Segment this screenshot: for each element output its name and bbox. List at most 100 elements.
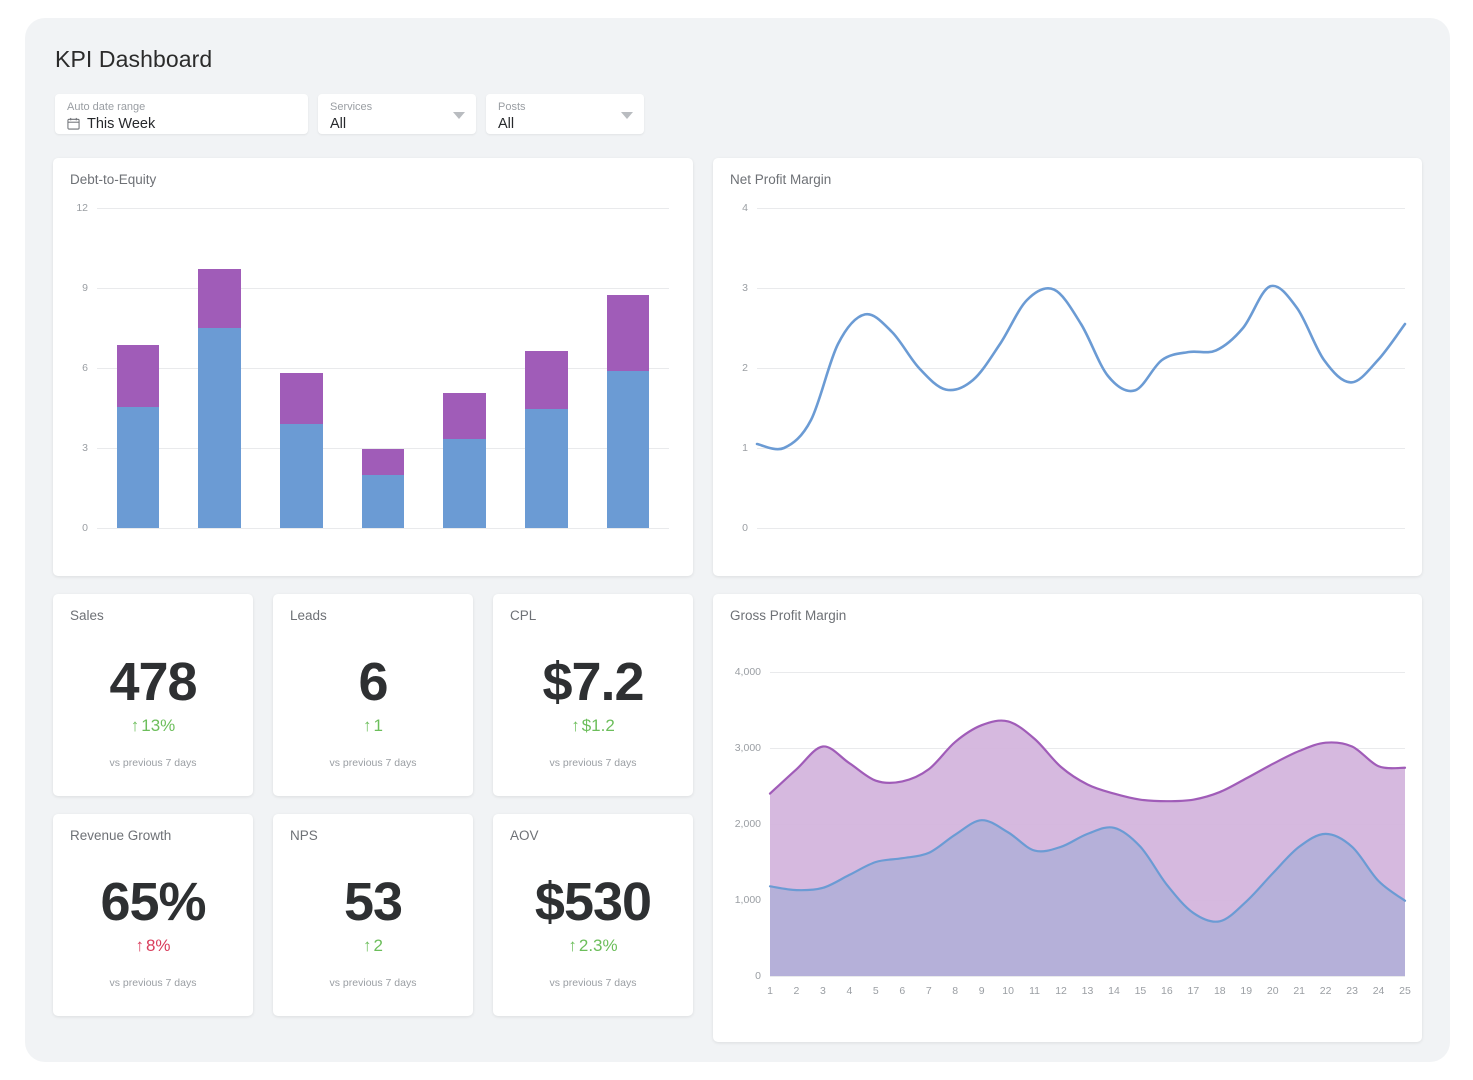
kpi-title: Sales	[70, 608, 104, 623]
bar-segment-series-2[interactable]	[362, 449, 404, 474]
y-axis-tick-label: 4	[742, 202, 748, 214]
x-axis-tick-label: 22	[1320, 985, 1332, 997]
y-axis-tick-label: 1	[742, 442, 748, 454]
kpi-delta: ↑1	[273, 716, 473, 736]
chart-title-gross-profit-margin: Gross Profit Margin	[730, 608, 846, 623]
bar-segment-series-2[interactable]	[607, 295, 649, 371]
bar-segment-series-2[interactable]	[117, 345, 159, 406]
filter-date-range-value: This Week	[87, 115, 155, 133]
plot-debt-to-equity: 036912	[97, 208, 669, 528]
x-axis-tick-label: 13	[1082, 985, 1094, 997]
x-axis-tick-label: 20	[1267, 985, 1279, 997]
chevron-down-icon[interactable]	[621, 112, 633, 119]
kpi-delta-value: 2.3%	[579, 936, 618, 955]
bar-stack[interactable]	[280, 373, 322, 528]
kpi-footnote: vs previous 7 days	[53, 977, 253, 989]
kpi-title: Leads	[290, 608, 327, 623]
plot-gross-profit-margin: 01,0002,0003,0004,0001234567891011121314…	[770, 672, 1405, 976]
calendar-icon	[67, 117, 80, 130]
arrow-up-icon: ↑	[571, 716, 580, 735]
kpi-value: $7.2	[493, 652, 693, 712]
y-axis-tick-label: 9	[82, 282, 88, 294]
bar-segment-series-2[interactable]	[525, 351, 567, 410]
kpi-value: 478	[53, 652, 253, 712]
kpi-delta-value: 1	[374, 716, 383, 735]
bar-stack[interactable]	[607, 295, 649, 528]
kpi-delta: ↑13%	[53, 716, 253, 736]
bar-segment-series-2[interactable]	[198, 269, 240, 328]
filter-bar: Auto date range This Week Services All	[55, 94, 644, 134]
filter-services-value: All	[330, 115, 446, 133]
bar-segment-series-1[interactable]	[443, 439, 485, 528]
x-axis-tick-label: 19	[1240, 985, 1252, 997]
y-axis-tick-label: 12	[76, 202, 88, 214]
x-axis-tick-label: 16	[1161, 985, 1173, 997]
card-net-profit-margin: Net Profit Margin 01234	[713, 158, 1422, 576]
kpi-footnote: vs previous 7 days	[493, 757, 693, 769]
bar-segment-series-1[interactable]	[525, 409, 567, 528]
filter-services[interactable]: Services All	[318, 94, 476, 134]
kpi-footnote: vs previous 7 days	[273, 977, 473, 989]
bar-segment-series-2[interactable]	[280, 373, 322, 424]
card-debt-to-equity: Debt-to-Equity 036912	[53, 158, 693, 576]
kpi-footnote: vs previous 7 days	[53, 757, 253, 769]
x-axis-tick-label: 12	[1055, 985, 1067, 997]
kpi-delta: ↑$1.2	[493, 716, 693, 736]
chart-title-debt-to-equity: Debt-to-Equity	[70, 172, 156, 187]
arrow-up-icon: ↑	[363, 716, 372, 735]
arrow-up-icon: ↑	[363, 936, 372, 955]
x-axis-tick-label: 4	[846, 985, 852, 997]
bar-stack[interactable]	[525, 351, 567, 528]
bar-stack[interactable]	[362, 449, 404, 528]
x-axis-tick-label: 23	[1346, 985, 1358, 997]
y-axis-tick-label: 3	[742, 282, 748, 294]
chevron-down-icon[interactable]	[453, 112, 465, 119]
bar-stack[interactable]	[443, 393, 485, 528]
x-axis-tick-label: 6	[899, 985, 905, 997]
kpi-delta: ↑2.3%	[493, 936, 693, 956]
arrow-up-icon: ↑	[135, 936, 144, 955]
line-series-net-profit-margin	[757, 208, 1405, 528]
kpi-title: Revenue Growth	[70, 828, 171, 843]
kpi-delta-value: 2	[374, 936, 383, 955]
y-axis-tick-label: 2	[742, 362, 748, 374]
bar-segment-series-1[interactable]	[280, 424, 322, 528]
y-axis-tick-label: 3,000	[735, 742, 761, 754]
gridline	[97, 528, 669, 529]
y-axis-tick-label: 0	[755, 970, 761, 982]
filter-posts-label: Posts	[498, 101, 614, 114]
bar-stack[interactable]	[198, 269, 240, 528]
arrow-up-icon: ↑	[568, 936, 577, 955]
kpi-card-cpl: CPL $7.2 ↑$1.2 vs previous 7 days	[493, 594, 693, 796]
y-axis-tick-label: 2,000	[735, 818, 761, 830]
x-axis-tick-label: 24	[1373, 985, 1385, 997]
bar-stack[interactable]	[117, 345, 159, 528]
gridline	[97, 208, 669, 209]
bar-segment-series-1[interactable]	[362, 475, 404, 528]
card-gross-profit-margin: Gross Profit Margin 01,0002,0003,0004,00…	[713, 594, 1422, 1042]
x-axis-tick-label: 8	[952, 985, 958, 997]
bar-segment-series-1[interactable]	[607, 371, 649, 528]
x-axis-tick-label: 11	[1029, 985, 1040, 997]
bar-segment-series-1[interactable]	[117, 407, 159, 528]
kpi-card-revenue-growth: Revenue Growth 65% ↑8% vs previous 7 day…	[53, 814, 253, 1016]
filter-posts[interactable]: Posts All	[486, 94, 644, 134]
x-axis-tick-label: 10	[1002, 985, 1014, 997]
filter-date-range[interactable]: Auto date range This Week	[55, 94, 308, 134]
plot-net-profit-margin: 01234	[757, 208, 1405, 528]
kpi-delta: ↑2	[273, 936, 473, 956]
filter-services-label: Services	[330, 101, 446, 114]
y-axis-tick-label: 6	[82, 362, 88, 374]
kpi-delta-value: 8%	[146, 936, 171, 955]
chart-title-net-profit-margin: Net Profit Margin	[730, 172, 831, 187]
kpi-title: CPL	[510, 608, 536, 623]
gridline	[770, 976, 1405, 977]
x-axis-tick-label: 17	[1187, 985, 1199, 997]
bar-segment-series-2[interactable]	[443, 393, 485, 438]
filter-date-range-value-row: This Week	[67, 115, 296, 133]
kpi-card-aov: AOV $530 ↑2.3% vs previous 7 days	[493, 814, 693, 1016]
kpi-value: 65%	[53, 872, 253, 932]
x-axis-tick-label: 1	[767, 985, 773, 997]
kpi-footnote: vs previous 7 days	[493, 977, 693, 989]
bar-segment-series-1[interactable]	[198, 328, 240, 528]
